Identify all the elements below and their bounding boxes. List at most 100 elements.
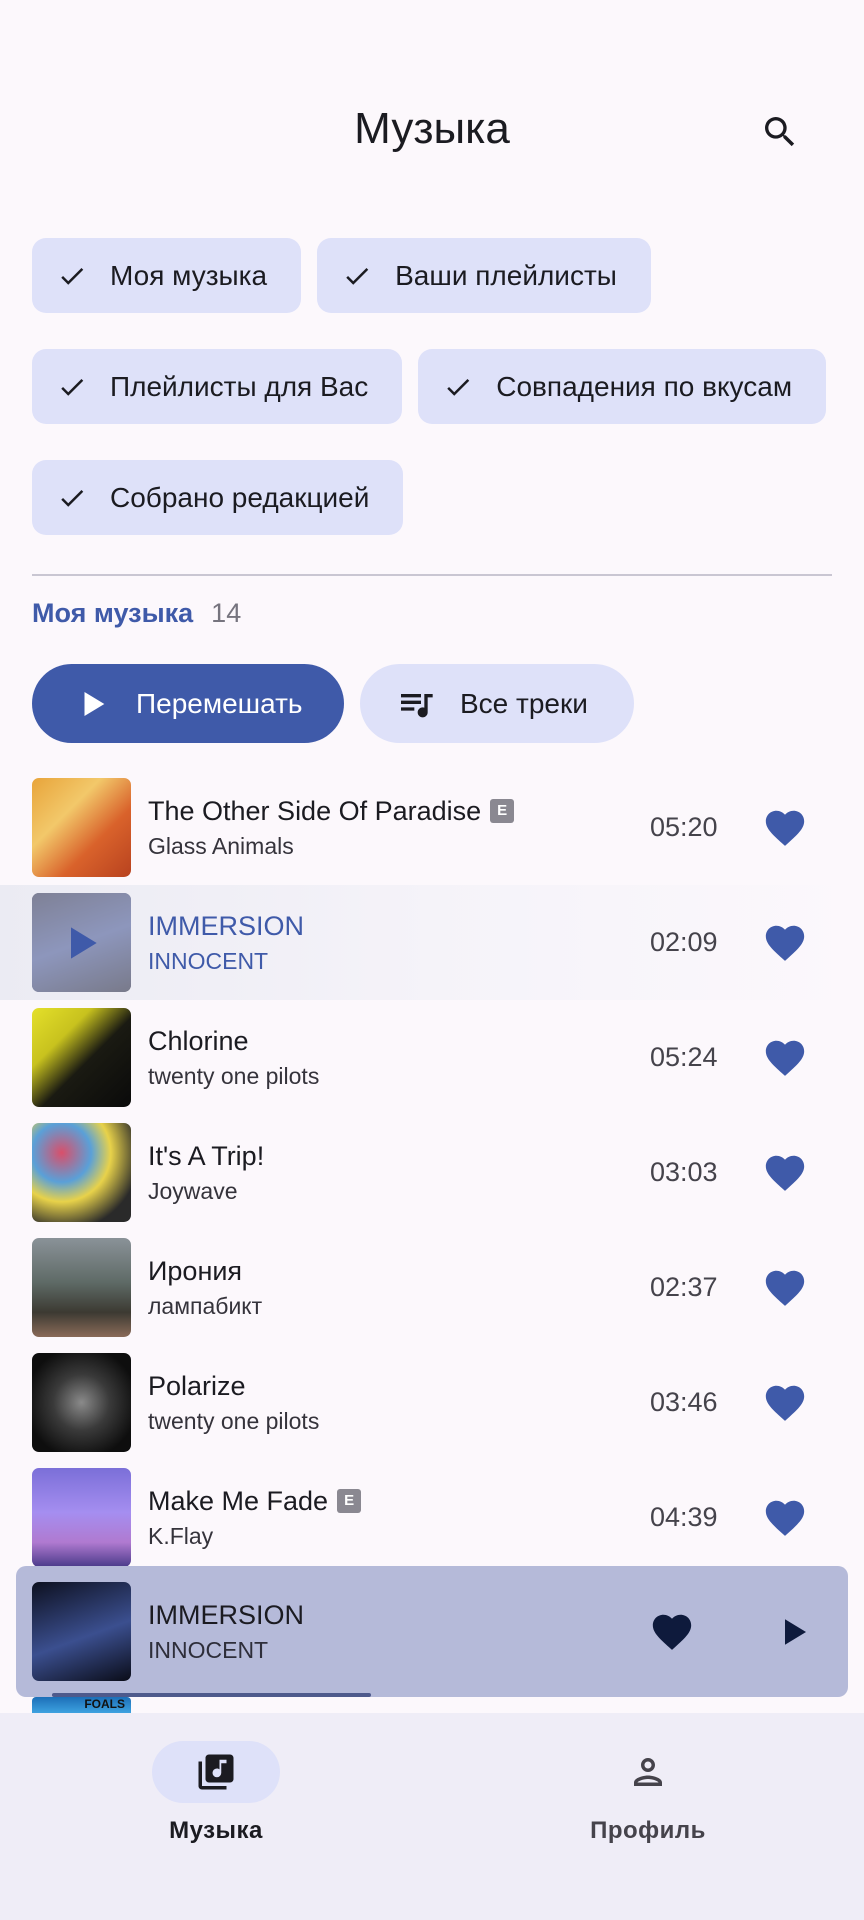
like-button[interactable] [760,1148,810,1198]
top-app-bar: Музыка [0,0,864,190]
chip-playlists-for-you[interactable]: Плейлисты для Вас [32,349,403,424]
chip-label: Собрано редакцией [110,481,370,513]
search-icon [765,117,795,147]
track-artist: лампабикт [148,1293,263,1319]
nav-profile-label: Профиль [590,1817,706,1844]
nav-profile[interactable]: Профиль [498,1741,798,1845]
track-row-playing[interactable]: IMMERSION INNOCENT 02:09 [0,885,864,1000]
nav-music-label: Музыка [169,1817,263,1844]
section-count: 14 [211,598,242,628]
track-title: Make Me Fade [148,1486,329,1516]
search-button[interactable] [752,104,808,160]
now-playing-overlay [32,893,131,992]
track-duration: 04:39 [650,1502,718,1532]
album-cover [32,1353,131,1452]
check-icon [56,371,88,403]
queue-music-icon [396,684,436,724]
track-title: Polarize [148,1371,246,1401]
track-row[interactable]: Make Me Fade E K.Flay 04:39 [0,1460,864,1575]
album-cover [32,1123,131,1222]
track-row[interactable]: Polarize twenty one pilots 03:46 [0,1345,864,1460]
track-row[interactable]: The Other Side Of Paradise E Glass Animal… [0,770,864,885]
mini-player[interactable]: IMMERSION INNOCENT [16,1566,848,1697]
check-icon [56,260,88,292]
heart-icon [765,1500,805,1536]
like-button[interactable] [760,918,810,968]
app: Музыка Моя музыка Ваши плейлисты Плейлис… [0,0,864,1920]
all-tracks-label: Все треки [460,687,588,719]
person-icon [634,1758,662,1786]
like-button[interactable] [760,1378,810,1428]
track-title: Ирония [148,1256,243,1286]
heart-icon [765,1040,805,1076]
next-album-cover-text: FOALS [84,1697,125,1711]
shuffle-label: Перемешать [136,687,303,719]
filter-chips: Моя музыка Ваши плейлисты Плейлисты для … [32,238,832,535]
track-title: IMMERSION [148,911,305,941]
library-music-icon [198,1754,234,1790]
like-button[interactable] [760,1263,810,1313]
track-artist: twenty one pilots [148,1408,320,1434]
play-icon [785,1619,806,1645]
album-cover [32,893,131,992]
like-button[interactable] [760,1493,810,1543]
chip-label: Моя музыка [110,259,268,291]
track-duration: 05:24 [650,1042,718,1072]
like-button[interactable] [760,803,810,853]
chip-your-playlists[interactable]: Ваши плейлисты [317,238,651,313]
chip-my-music[interactable]: Моя музыка [32,238,302,313]
action-buttons: Перемешать Все треки [32,664,634,743]
check-icon [442,371,474,403]
heart-icon [765,925,805,961]
nav-indicator [584,1741,712,1803]
player-like-button[interactable] [646,1606,698,1658]
track-artist: twenty one pilots [148,1063,320,1089]
chip-label: Плейлисты для Вас [110,370,369,402]
track-duration: 02:37 [650,1272,718,1302]
shuffle-button[interactable]: Перемешать [32,664,344,743]
player-artist: INNOCENT [148,1637,269,1663]
track-artist: K.Flay [148,1523,214,1549]
album-cover [32,778,131,877]
player-progress-track[interactable] [52,1693,812,1697]
heart-icon [765,1155,805,1191]
heart-icon [765,1270,805,1306]
divider [32,574,832,576]
track-row[interactable]: Chlorine twenty one pilots 05:24 [0,1000,864,1115]
track-duration: 03:46 [650,1387,718,1417]
track-artist: Joywave [148,1178,238,1204]
nav-music[interactable]: Музыка [66,1741,366,1845]
track-title: The Other Side Of Paradise [148,796,482,826]
heart-icon [765,1385,805,1421]
track-title: Chlorine [148,1026,249,1056]
explicit-badge: E [337,1489,362,1513]
track-duration: 03:03 [650,1157,718,1187]
heart-icon [652,1614,692,1650]
player-album-cover [32,1582,131,1681]
chip-label: Ваши плейлисты [395,259,617,291]
track-duration: 05:20 [650,812,718,842]
album-cover [32,1238,131,1337]
explicit-badge: E [490,799,515,823]
section-header: Моя музыка 14 [32,598,241,629]
chip-taste-matches[interactable]: Совпадения по вкусам [418,349,827,424]
track-row[interactable]: Ирония лампабикт 02:37 [0,1230,864,1345]
player-play-button[interactable] [768,1606,820,1658]
chip-label: Совпадения по вкусам [496,370,793,402]
play-icon [70,926,97,959]
like-button[interactable] [760,1033,810,1083]
track-row[interactable]: It's A Trip! Joywave 03:03 [0,1115,864,1230]
page-title: Музыка [354,104,510,153]
bottom-navigation: Музыка Профиль [0,1713,864,1920]
play-icon [76,687,110,721]
album-cover [32,1008,131,1107]
next-album-cover: FOALS [32,1697,131,1713]
player-title: IMMERSION [148,1600,305,1630]
chip-editorial[interactable]: Собрано редакцией [32,460,404,535]
section-title: Моя музыка [32,598,194,628]
track-artist: Glass Animals [148,833,294,859]
check-icon [341,260,373,292]
track-artist: INNOCENT [148,948,269,974]
all-tracks-button[interactable]: Все треки [360,664,634,743]
check-icon [56,482,88,514]
